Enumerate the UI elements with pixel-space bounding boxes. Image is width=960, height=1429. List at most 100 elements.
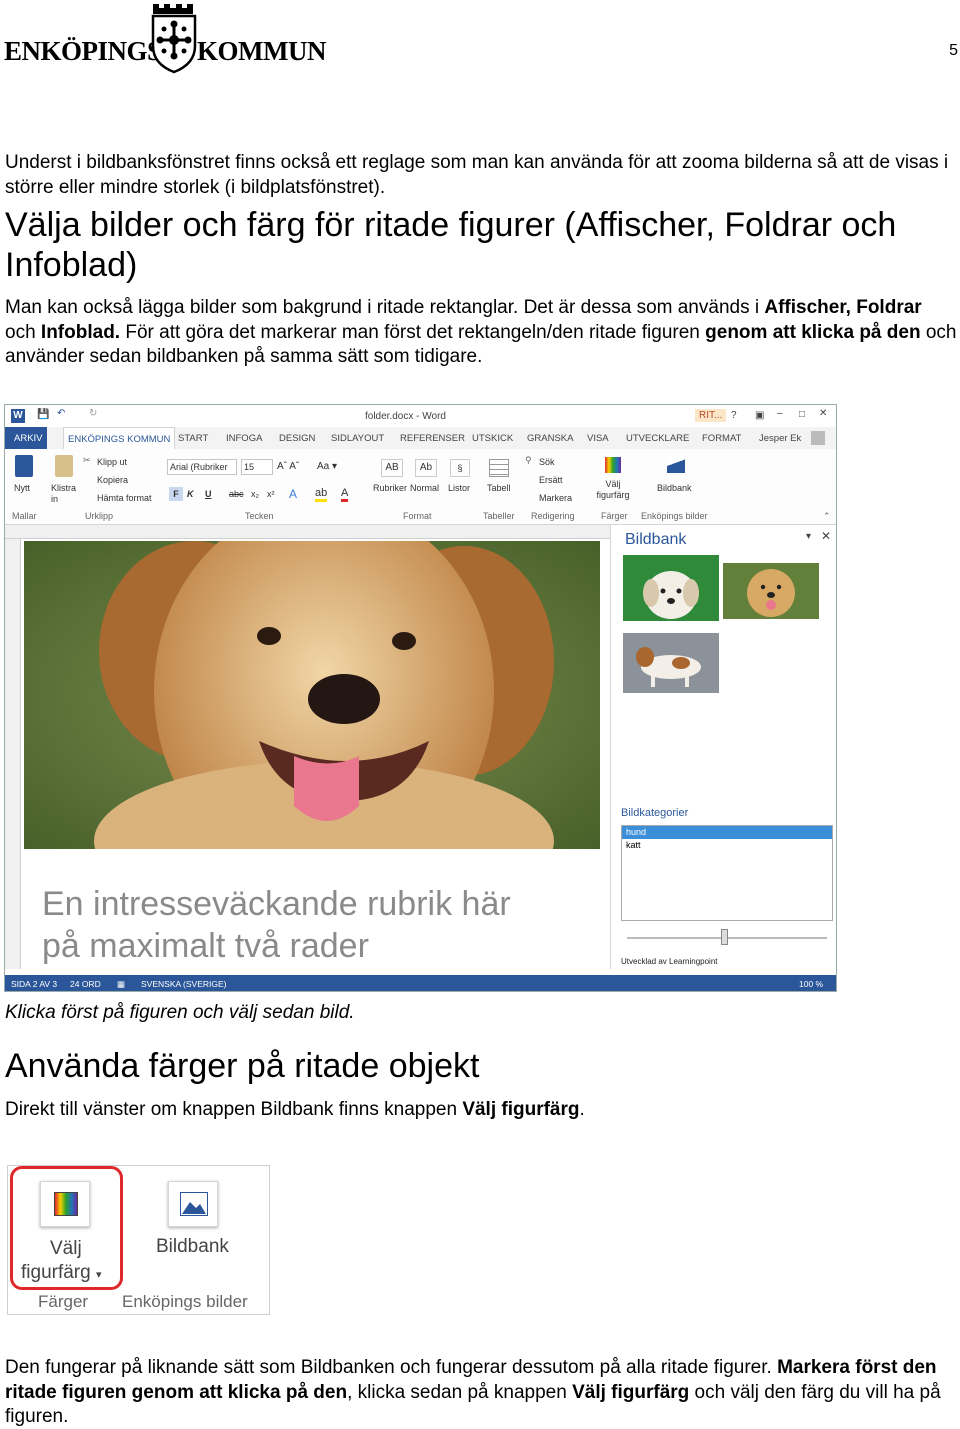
section1-paragraph: Man kan också lägga bilder som bakgrund … [5, 297, 957, 367]
superscript-icon[interactable]: x² [267, 489, 275, 499]
group-mallar: Mallar [12, 511, 37, 521]
user-name[interactable]: Jesper Ek [759, 433, 801, 444]
puppy-thumbnail[interactable] [623, 555, 719, 621]
tab-granska[interactable]: GRANSKA [527, 433, 573, 444]
vertical-ruler [5, 539, 21, 969]
outro-paragraph: Den fungerar på liknande sätt som Bildba… [5, 1357, 941, 1427]
ribbon: Nytt Mallar Klistra in ✂ Klipp ut Kopier… [5, 449, 836, 525]
minimize-icon[interactable]: – [777, 408, 783, 419]
normal-button[interactable]: Normal [410, 483, 439, 493]
tab-visa[interactable]: VISA [587, 433, 609, 444]
underline-icon[interactable]: U [205, 489, 212, 499]
tab-utskick[interactable]: UTSKICK [472, 433, 513, 444]
dog-image[interactable] [24, 541, 600, 849]
ersatt-button[interactable]: Ersätt [539, 475, 563, 485]
listor-style-icon: § [450, 459, 470, 477]
markera-button[interactable]: Markera [539, 493, 572, 503]
bildbank-icon-box [168, 1181, 218, 1227]
tab-referenser[interactable]: REFERENSER [400, 433, 465, 444]
help-icon[interactable]: ? [731, 410, 737, 421]
jack-russell-thumbnail[interactable] [623, 633, 719, 693]
figure-caption: Klicka först på figuren och välj sedan b… [5, 1002, 355, 1023]
tab-arkiv[interactable]: ARKIV [5, 427, 47, 449]
intro-paragraph: Underst i bildbanksfönstret finns också … [5, 152, 949, 198]
page-count[interactable]: SIDA 2 AV 3 [11, 979, 57, 989]
logo-text-left: ENKÖPINGS [4, 36, 162, 66]
bildbank-button[interactable]: Bildbank [657, 483, 692, 493]
tab-infoga[interactable]: INFOGA [226, 433, 262, 444]
tab-enkopings-kommun[interactable]: ENKÖPINGS KOMMUN [63, 427, 176, 449]
crop-valj-label[interactable]: Välj [50, 1238, 82, 1260]
hamta-format-button[interactable]: Hämta format [97, 493, 152, 503]
pane-close-icon[interactable]: ✕ [821, 529, 831, 543]
color-palette-icon [54, 1192, 78, 1216]
tab-sidlayout[interactable]: SIDLAYOUT [331, 433, 384, 444]
nytt-button[interactable]: Nytt [14, 483, 30, 493]
listor-button[interactable]: Listor [448, 483, 470, 493]
golden-retriever-thumbnail[interactable] [723, 563, 819, 619]
category-item-katt[interactable]: katt [622, 839, 832, 852]
bildbank-pane: Bildbank ▾ ✕ Bildkategorier hund katt Ut… [610, 525, 836, 969]
logo-text-right: KOMMUN [197, 36, 326, 66]
new-doc-icon [15, 455, 33, 477]
section-heading-2: Använda färger på ritade objekt [5, 1047, 480, 1085]
tab-utvecklare[interactable]: UTVECKLARE [626, 433, 689, 444]
text-effects-icon[interactable]: A [289, 487, 297, 501]
change-case-icon[interactable]: Aa ▾ [317, 461, 337, 472]
ribbon-display-icon[interactable]: ▣ [755, 410, 764, 421]
close-icon[interactable]: ✕ [819, 408, 827, 419]
zoom-level[interactable]: 100 % [799, 979, 823, 989]
klistra-button[interactable]: Klistra in [51, 483, 83, 505]
language[interactable]: SVENSKA (SVERIGE) [141, 979, 227, 989]
valj-figurfarg-button[interactable]: Välj figurfärg [593, 479, 633, 501]
group-redigering: Redigering [531, 511, 575, 521]
color-palette-icon [605, 457, 621, 473]
bold-icon[interactable]: F [169, 487, 183, 501]
paste-icon [55, 455, 73, 477]
strikethrough-icon[interactable]: abc [229, 489, 244, 499]
tab-format[interactable]: FORMAT [702, 433, 741, 444]
table-icon [489, 459, 509, 477]
crop-farger-group: Färger [38, 1292, 89, 1311]
enkoping-logo: ENKÖPINGS KOMMUN [4, 2, 326, 74]
tab-design[interactable]: DESIGN [279, 433, 315, 444]
coat-of-arms-icon [151, 4, 197, 74]
italic-icon[interactable]: K [187, 489, 194, 499]
category-item-hund[interactable]: hund [622, 826, 832, 839]
valj-figurfarg-icon-box [40, 1181, 90, 1227]
proofing-icon[interactable]: ▦ [117, 979, 125, 990]
avatar [811, 431, 825, 445]
font-name-select[interactable]: Arial (Rubriker [167, 459, 237, 475]
pane-menu-icon[interactable]: ▾ [806, 531, 811, 542]
rubriker-button[interactable]: Rubriker [373, 483, 407, 493]
category-list: hund katt [621, 825, 833, 921]
font-color-icon[interactable]: A [341, 487, 349, 502]
kopiera-button[interactable]: Kopiera [97, 475, 128, 485]
zoom-slider-thumb[interactable] [721, 929, 728, 945]
highlight-icon[interactable]: ab [315, 487, 328, 502]
crop-figurfarg-label[interactable]: figurfärg ▾ [21, 1262, 102, 1284]
bildbank-pane-title: Bildbank [625, 531, 687, 548]
tabell-button[interactable]: Tabell [487, 483, 511, 493]
undo-icon[interactable]: ↶ [57, 408, 65, 419]
save-icon[interactable]: 💾 [37, 409, 49, 420]
grow-font-icon[interactable]: Aˆ Aˇ [277, 461, 299, 472]
crop-bildbank-label[interactable]: Bildbank [156, 1236, 229, 1258]
search-icon: ⚲ [525, 455, 532, 465]
group-urklipp: Urklipp [85, 511, 114, 521]
sok-button[interactable]: Sök [539, 457, 555, 467]
subscript-icon[interactable]: x₂ [251, 489, 259, 499]
collapse-ribbon-icon[interactable]: ⌃ [823, 511, 831, 522]
word-count[interactable]: 24 ORD [70, 979, 101, 989]
redo-icon[interactable]: ↻ [89, 408, 97, 419]
tab-start[interactable]: START [178, 433, 208, 444]
drawing-tools-tab[interactable]: RIT... [695, 409, 727, 422]
font-size-select[interactable]: 15 [241, 459, 273, 475]
word-screenshot: W 💾 ↶ ↻ folder.docx - Word RIT... ? ▣ – … [4, 404, 837, 992]
bildkategorier-label: Bildkategorier [621, 807, 689, 819]
maximize-icon[interactable]: □ [799, 409, 805, 420]
group-enkopings-bilder: Enköpings bilder [641, 511, 708, 521]
pane-footer: Utvecklad av Learningpoint [621, 957, 718, 966]
klipp-button[interactable]: Klipp ut [97, 457, 127, 467]
word-icon: W [11, 409, 25, 423]
